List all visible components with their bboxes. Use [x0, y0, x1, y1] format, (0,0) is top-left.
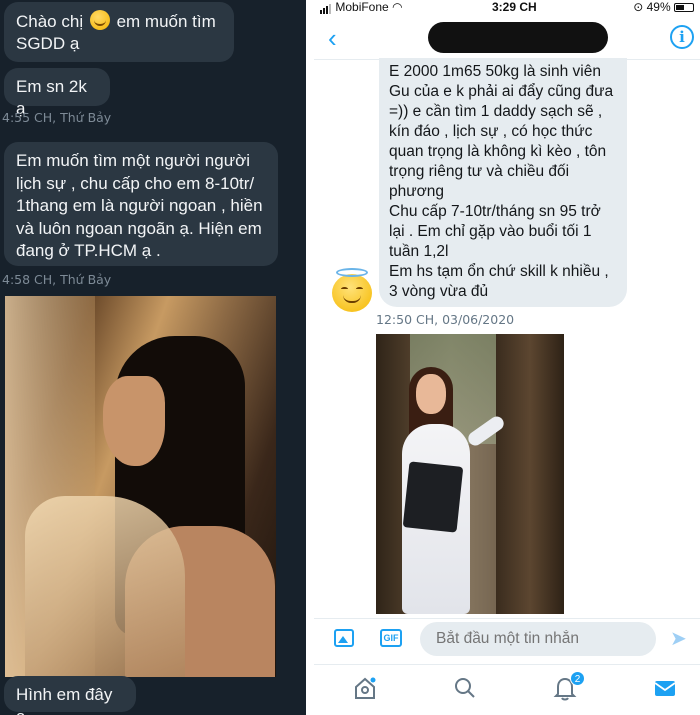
shared-photo[interactable]	[5, 296, 276, 677]
mail-icon[interactable]	[652, 675, 678, 701]
home-icon[interactable]	[352, 675, 378, 701]
conversation-header: ‹ i	[314, 16, 700, 60]
photo-laptop	[402, 461, 464, 533]
send-icon[interactable]: ➤	[670, 629, 692, 649]
message-timestamp: 4:55 CH, Thứ Bảy	[2, 110, 112, 125]
message-line: quan trọng là không kì kèo , tôn	[389, 143, 607, 160]
sender-avatar[interactable]	[330, 268, 374, 312]
search-icon[interactable]	[452, 675, 478, 701]
message-bubble: Em sn 2k ạ	[4, 68, 110, 118]
message-line: Gu của e k phải ai đẩy cũng đưa	[389, 83, 614, 100]
message-line: lịch sự , chu cấp cho em 8-10tr/	[16, 173, 255, 193]
redacted-username	[428, 22, 608, 53]
message-line: trọng riêng tư và chiều đối	[389, 163, 570, 180]
message-line: phương	[389, 183, 445, 200]
bottom-tab-bar: 2	[314, 664, 700, 715]
message-bubble: Em muốn tìm một người người lịch sự , ch…	[4, 142, 278, 266]
message-bubble: Hình em đây ạ	[4, 676, 136, 715]
halo-face-icon	[332, 274, 372, 312]
message-text: Hình em đây ạ	[16, 685, 113, 715]
message-line: kín đáo , lịch sự , có học thức	[389, 123, 593, 140]
status-bar: MobiFone ◠ 3:29 CH ⊙ 49%	[314, 0, 700, 16]
message-line: 1thang em là người ngoan , hiền	[16, 196, 263, 215]
carrier-name: MobiFone	[335, 0, 389, 14]
image-icon[interactable]	[334, 629, 354, 647]
status-time: 3:29 CH	[492, 0, 537, 14]
message-timestamp: 12:50 CH, 03/06/2020	[376, 312, 515, 327]
phone-dm-panel: MobiFone ◠ 3:29 CH ⊙ 49% ‹ i E 2000 1m65…	[314, 0, 700, 715]
message-line: lại . Em chỉ gặp vào buổi tối 1	[389, 223, 592, 240]
gif-icon[interactable]: GIF	[380, 629, 402, 647]
battery-percent: 49%	[646, 0, 671, 14]
signal-icon	[320, 0, 332, 14]
photo-face	[416, 374, 446, 414]
carrier: MobiFone ◠	[320, 0, 403, 14]
lock-rotation-icon: ⊙	[633, 0, 644, 14]
message-bubble: Chào chị em muốn tìm SGDD ạ	[4, 2, 234, 62]
shared-photo[interactable]	[376, 334, 564, 614]
avatar-eye	[341, 287, 348, 291]
message-text: SGDD ạ	[16, 34, 80, 53]
avatar-eye	[356, 287, 363, 291]
message-line: Em muốn tìm một người người	[16, 151, 251, 170]
message-bubble: E 2000 1m65 50kg là sinh viên Gu của e k…	[379, 58, 627, 307]
message-line: đang ở TP.HCM ạ .	[16, 241, 161, 260]
photo-tree-right	[496, 334, 564, 614]
message-text: em muốn tìm	[111, 12, 216, 31]
message-line: E 2000 1m65 50kg là sinh viên	[389, 63, 601, 80]
notification-badge: 2	[570, 671, 585, 686]
battery: ⊙ 49%	[633, 0, 694, 14]
wifi-icon: ◠	[392, 0, 403, 14]
back-arrow-icon[interactable]: ‹	[328, 24, 352, 52]
message-line: =)) e cần tìm 1 daddy sạch sẽ ,	[389, 103, 603, 120]
message-timestamp: 4:58 CH, Thứ Bảy	[2, 272, 112, 287]
message-input[interactable]	[420, 622, 656, 656]
smiling-face-with-hearts-icon	[89, 10, 110, 30]
message-text: Chào chị	[16, 12, 84, 31]
photo-face	[103, 376, 165, 466]
message-line: Chu cấp 7-10tr/tháng sn 95 trở	[389, 203, 601, 220]
message-line: và luôn ngoan ngoãn ạ. Hiện em	[16, 218, 262, 238]
photo-drape	[25, 496, 185, 677]
message-line: 3 vòng vừa đủ	[389, 283, 489, 300]
message-line: tuần 1,2l	[389, 243, 449, 260]
halo-ring	[336, 268, 368, 277]
left-chat-panel: Chào chị em muốn tìm SGDD ạ Em sn 2k ạ 4…	[0, 0, 306, 715]
message-composer: GIF ➤	[314, 618, 700, 660]
battery-icon	[674, 3, 694, 12]
message-line: Em hs tạm ổn chứ skill k nhiều ,	[389, 263, 609, 280]
info-icon[interactable]: i	[670, 25, 694, 49]
